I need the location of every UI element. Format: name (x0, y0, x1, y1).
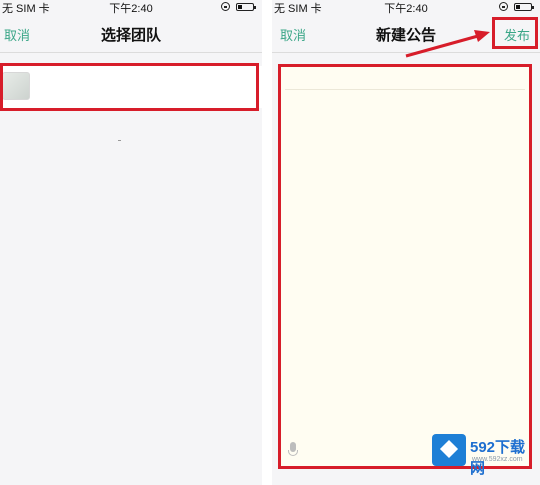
site-watermark: 592下载网 www.592xz.com (432, 432, 540, 477)
watermark-url: www.592xz.com (472, 456, 523, 463)
pointer-arrow (405, 30, 490, 58)
logo-cube-icon (432, 434, 466, 466)
